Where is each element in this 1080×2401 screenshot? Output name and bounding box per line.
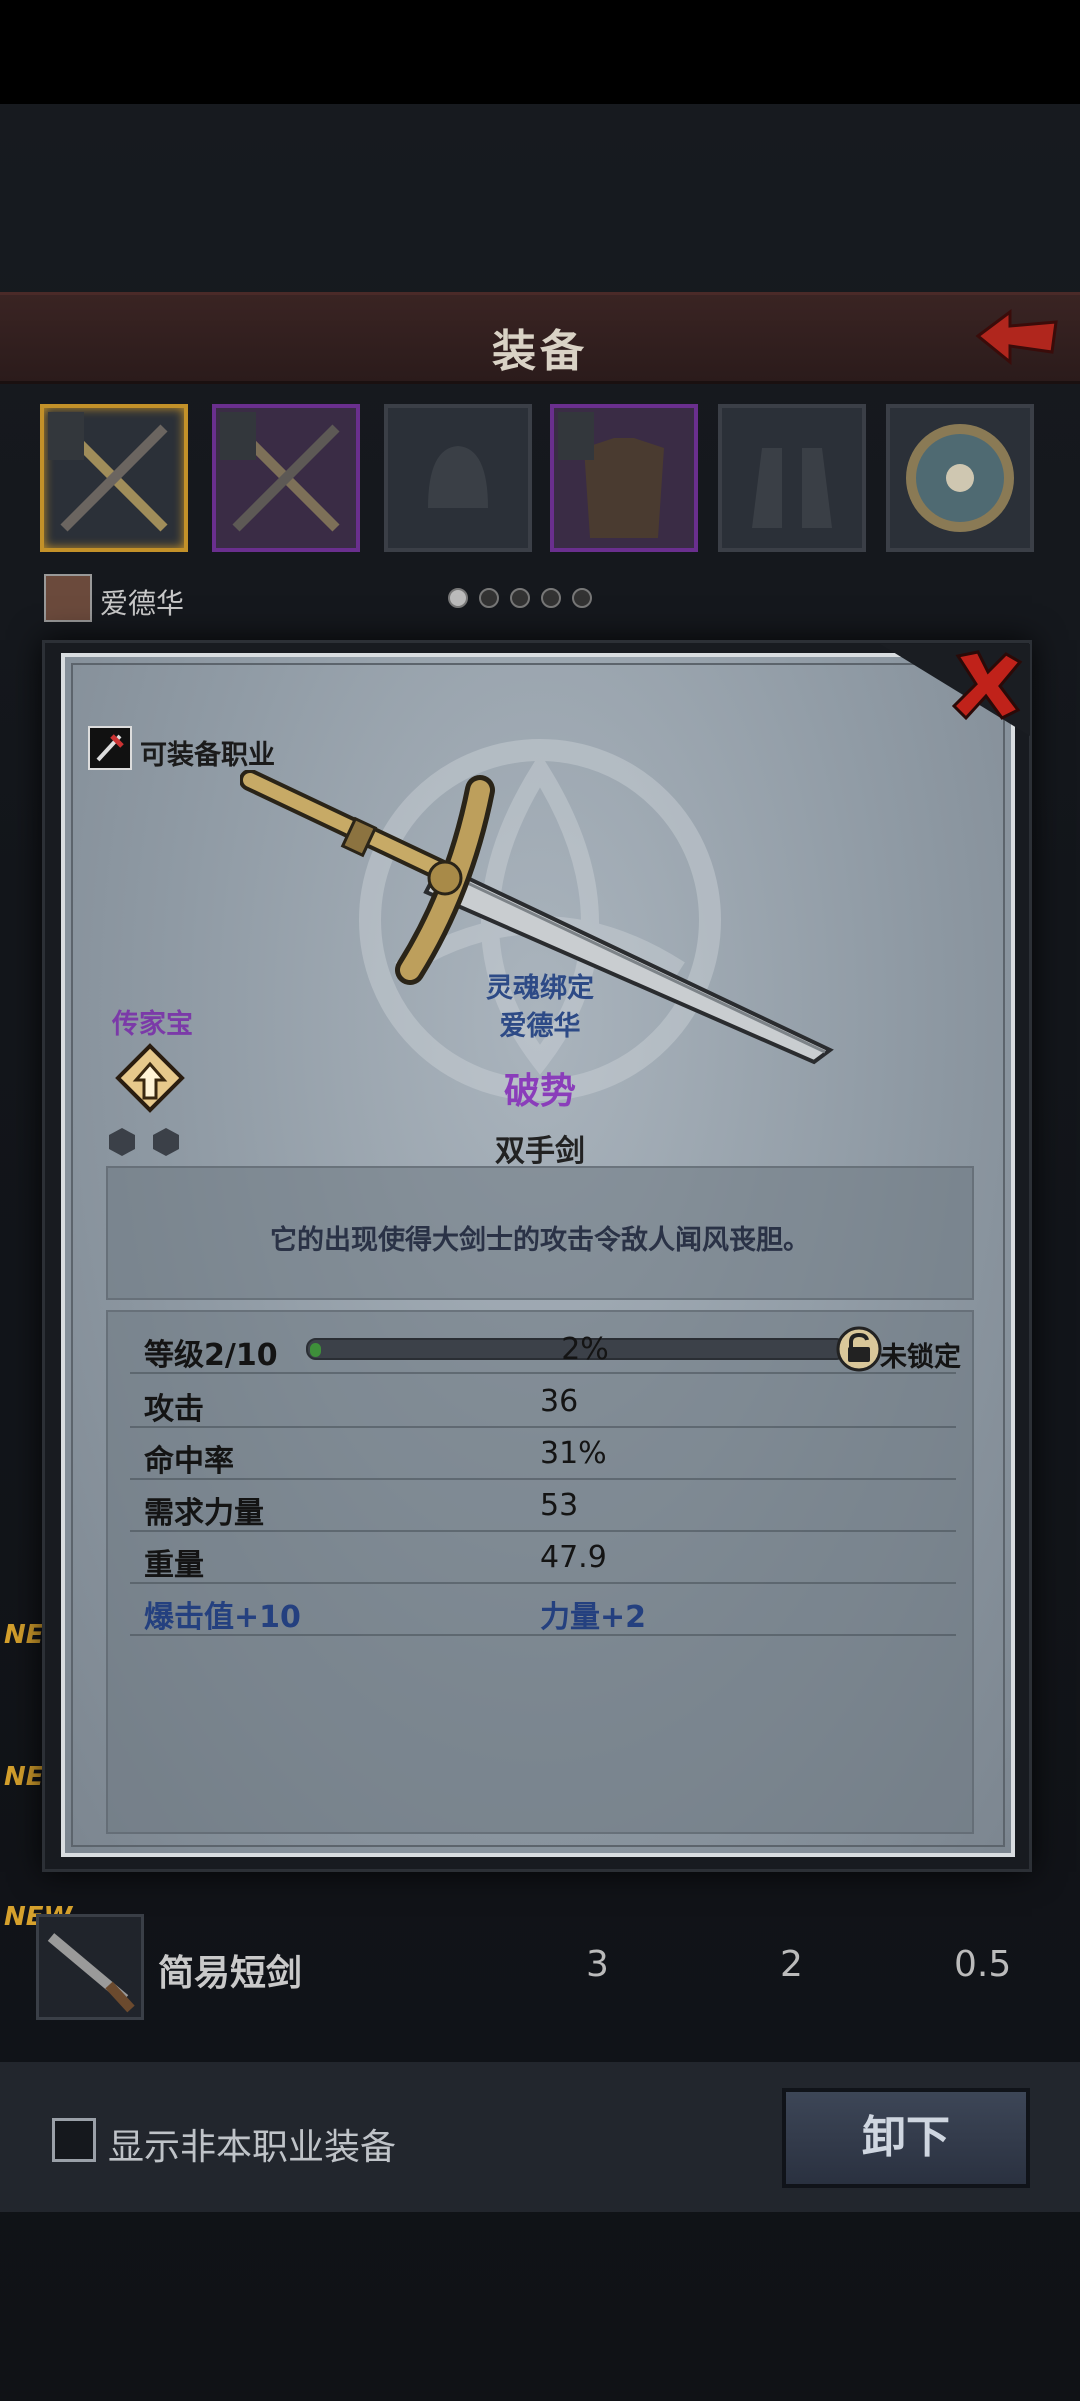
stat-label: 攻击: [144, 1392, 204, 1427]
item-value-2: 2: [780, 1944, 803, 1985]
weapon-slot-2[interactable]: [212, 404, 360, 552]
item-name: 简易短剑: [158, 1953, 303, 1994]
description-box: 它的出现使得大剑士的攻击令敌人闻风丧胆。: [106, 1166, 974, 1300]
item-value-3: 0.5: [954, 1944, 1012, 1985]
stat-value: 36: [540, 1384, 579, 1419]
medallion-icon: [906, 424, 1014, 532]
item-title: 破势: [503, 1071, 576, 1112]
boots-icon: [752, 448, 832, 528]
stat-value: 53: [540, 1488, 579, 1523]
item-type: 双手剑: [495, 1134, 585, 1169]
stat-row-weight: 重量 47.9: [130, 1532, 956, 1584]
armor-icon: [558, 412, 664, 538]
stat-label: 需求力量: [144, 1496, 264, 1531]
owner-name: 爱德华: [100, 587, 185, 620]
level-label: 等级2/10: [144, 1338, 278, 1373]
close-icon[interactable]: [948, 648, 1026, 722]
show-other-class-checkbox[interactable]: [52, 2118, 96, 2162]
page-title: 装备: [492, 326, 588, 377]
stat-label: 命中率: [144, 1444, 234, 1479]
equip-class-label: 可装备职业: [140, 740, 275, 771]
back-arrow-icon[interactable]: [968, 306, 1064, 368]
bonus-strength: 力量+2: [540, 1600, 647, 1635]
item-description: 它的出现使得大剑士的攻击令敌人闻风丧胆。: [270, 1225, 810, 1256]
lock-icon[interactable]: [836, 1326, 882, 1372]
status-bar: [0, 0, 1080, 104]
stat-value: 31%: [540, 1436, 607, 1471]
gem-slot-icon: [153, 1128, 179, 1156]
soulbound-line1: 灵魂绑定: [486, 973, 594, 1004]
page-indicator: [448, 588, 628, 610]
short-sword-icon: [36, 1914, 144, 2020]
owner-row: 爱德华: [44, 572, 444, 626]
stat-row-bonuses: 爆击值+10 力量+2: [130, 1584, 956, 1636]
level-percent: 2%: [561, 1332, 609, 1367]
gem-slot-icon: [109, 1128, 135, 1156]
soulbound-owner: 爱德华: [499, 1011, 581, 1042]
title-banner: 装备: [0, 292, 1080, 384]
greatsword-icon: [220, 412, 340, 532]
bonus-crit: 爆击值+10: [144, 1600, 301, 1635]
avatar: [44, 574, 92, 622]
armor-slot[interactable]: [550, 404, 698, 552]
rarity-label: 传家宝: [112, 1009, 193, 1040]
stat-label: 重量: [144, 1548, 204, 1583]
boots-slot[interactable]: [718, 404, 866, 552]
list-item[interactable]: 简易短剑 3 2 0.5: [0, 1906, 1080, 2032]
weapon-slot-1[interactable]: [40, 404, 188, 552]
unequip-button[interactable]: 卸下: [782, 2088, 1030, 2188]
lock-status: 未锁定: [880, 1342, 961, 1373]
stat-value: 47.9: [540, 1540, 607, 1575]
stat-row-strength-req: 需求力量 53: [130, 1480, 956, 1532]
soulbound-label: 灵魂绑定 爱德华: [440, 970, 640, 1046]
heirloom-icon: [115, 1043, 185, 1113]
checkbox-label: 显示非本职业装备: [108, 2127, 397, 2168]
level-progress-fill: [310, 1343, 321, 1357]
stat-row-accuracy: 命中率 31%: [130, 1428, 956, 1480]
stat-row-attack: 攻击 36: [130, 1376, 956, 1428]
item-value-1: 3: [586, 1944, 609, 1985]
helmet-slot[interactable]: [384, 404, 532, 552]
greatsword-icon: [48, 412, 168, 532]
accessory-slot[interactable]: [886, 404, 1034, 552]
helmet-icon: [428, 446, 488, 508]
class-icon: [88, 726, 132, 770]
